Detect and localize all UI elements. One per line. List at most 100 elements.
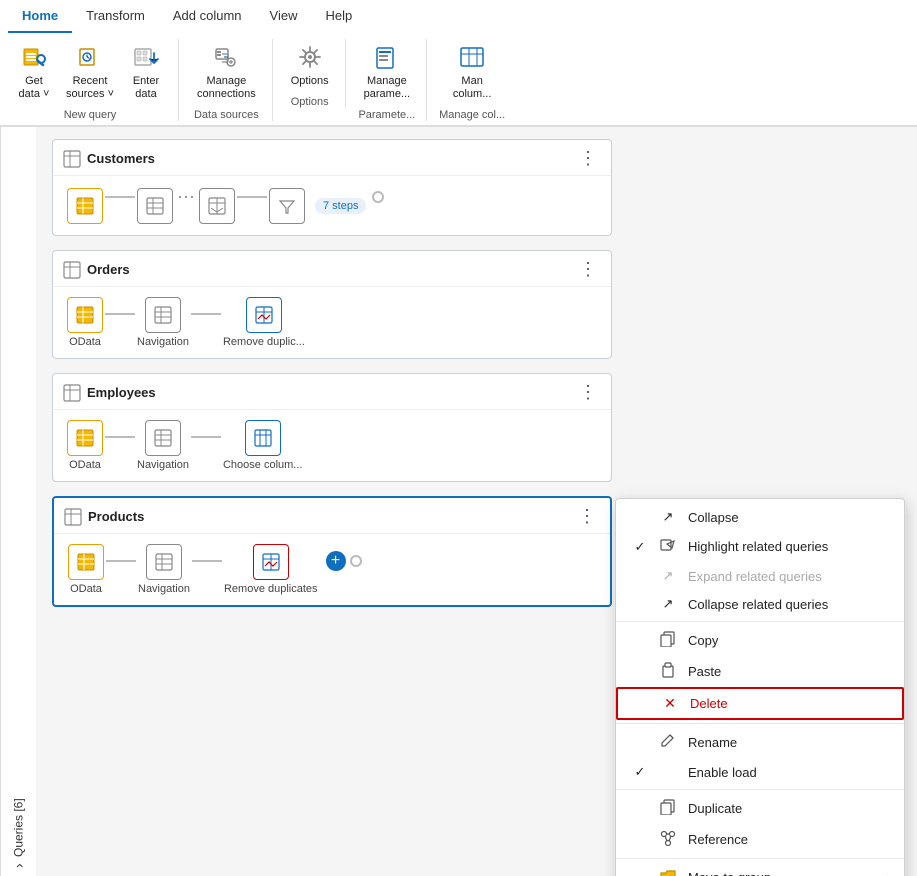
connector1	[105, 196, 135, 198]
tab-view[interactable]: View	[256, 0, 312, 33]
reference-icon	[658, 830, 678, 849]
products-table-icon	[64, 508, 82, 526]
sidebar-arrow: ›	[11, 864, 27, 869]
rename-label: Rename	[688, 735, 737, 750]
orders-table-icon	[63, 261, 81, 279]
manage-columns-label: Mancolum...	[453, 75, 492, 101]
customers-table-icon	[63, 150, 81, 168]
add-step-btn[interactable]: +	[326, 551, 346, 571]
conn-emp-2	[191, 436, 221, 438]
remove-dupe-label-products: Remove duplicates	[224, 583, 318, 595]
options-button[interactable]: Options	[285, 39, 335, 92]
ctx-rename[interactable]: Rename	[616, 727, 904, 758]
manage-connections-label: Manageconnections	[197, 75, 256, 101]
duplicate-icon	[658, 799, 678, 818]
options-label: Options	[291, 75, 329, 88]
ellipsis-steps: ···	[177, 186, 195, 207]
ctx-paste[interactable]: Paste	[616, 656, 904, 687]
ctx-collapse[interactable]: ↗ Collapse	[616, 503, 904, 531]
move-to-group-arrow: ›	[884, 870, 888, 876]
manage-columns-icon	[458, 43, 486, 75]
divider3	[616, 789, 904, 790]
ribbon-group-new-query: Getdata ˅ Recentsources ˅ Enterdata New …	[12, 39, 179, 121]
ctx-move-to-group[interactable]: Move to group ›	[616, 862, 904, 876]
enter-data-icon	[132, 43, 160, 75]
query-card-products: Products ⋮ OData Navigation	[52, 496, 612, 607]
ribbon-group-options: Options Options	[285, 39, 346, 108]
customers-body: ··· 7 steps	[53, 176, 611, 235]
highlight-related-label: Highlight related queries	[688, 539, 828, 554]
collapse-related-icon: ↗	[658, 596, 678, 612]
ctx-collapse-related[interactable]: ↗ Collapse related queries	[616, 590, 904, 618]
tab-help[interactable]: Help	[311, 0, 366, 33]
divider1	[616, 621, 904, 622]
paste-icon	[658, 662, 678, 681]
ctx-highlight-related[interactable]: ✓ Highlight related queries	[616, 531, 904, 562]
manage-connections-button[interactable]: Manageconnections	[191, 39, 262, 105]
tab-home[interactable]: Home	[8, 0, 72, 33]
delete-icon: ✕	[660, 695, 680, 712]
new-query-label: New query	[64, 109, 117, 121]
get-data-button[interactable]: Getdata ˅	[12, 39, 56, 105]
customers-steps-badge: 7 steps	[315, 198, 366, 214]
step-icon-filter	[269, 188, 305, 224]
ctx-reference[interactable]: Reference	[616, 824, 904, 855]
step-filter	[269, 188, 305, 224]
manage-parameters-button[interactable]: Manageparame...	[358, 39, 416, 105]
step-icon-remove-orders	[246, 297, 282, 333]
expand-related-icon: ↗	[658, 568, 678, 584]
customers-menu[interactable]: ⋮	[575, 148, 601, 169]
navigation-label-employees: Navigation	[137, 459, 189, 471]
options-label-group: Options	[291, 96, 329, 108]
step-icon-remove-prod	[253, 544, 289, 580]
ribbon-group-manage-columns: Mancolum... Manage col...	[439, 39, 515, 121]
step-navigation-employees: Navigation	[137, 420, 189, 471]
orders-menu[interactable]: ⋮	[575, 259, 601, 280]
products-menu[interactable]: ⋮	[574, 506, 600, 527]
conn-orders-1	[105, 313, 135, 315]
step-odata-employees: OData	[67, 420, 103, 471]
products-title: Products	[88, 509, 574, 524]
ctx-expand-related: ↗ Expand related queries	[616, 562, 904, 590]
tab-add-column[interactable]: Add column	[159, 0, 256, 33]
query-card-employees: Employees ⋮ OData Navigation	[52, 373, 612, 482]
collapse-label: Collapse	[688, 510, 739, 525]
odata-label-employees: OData	[69, 459, 101, 471]
query-card-customers: Customers ⋮ ···	[52, 139, 612, 236]
step-icon-odata-prod	[68, 544, 104, 580]
step-icon-navigation-orders	[145, 297, 181, 333]
ctx-copy[interactable]: Copy	[616, 625, 904, 656]
tab-transform[interactable]: Transform	[72, 0, 159, 33]
get-data-label: Getdata ˅	[19, 75, 50, 101]
employees-header: Employees ⋮	[53, 374, 611, 410]
ribbon-group-items-ds: Manageconnections	[191, 39, 262, 105]
step-odata-orders: OData	[67, 297, 103, 348]
divider2	[616, 723, 904, 724]
employees-title: Employees	[87, 385, 575, 400]
conn-prod-2	[192, 560, 222, 562]
ribbon-group-items: Getdata ˅ Recentsources ˅ Enterdata	[12, 39, 168, 105]
copy-icon	[658, 631, 678, 650]
get-data-icon	[20, 43, 48, 75]
recent-sources-icon	[76, 43, 104, 75]
manage-parameters-label: Manageparame...	[364, 75, 410, 101]
canvas: Customers ⋮ ···	[36, 127, 917, 876]
employees-menu[interactable]: ⋮	[575, 382, 601, 403]
step-table-gray	[137, 188, 173, 224]
recent-sources-button[interactable]: Recentsources ˅	[60, 39, 120, 105]
manage-columns-button[interactable]: Mancolum...	[447, 39, 498, 105]
ctx-duplicate[interactable]: Duplicate	[616, 793, 904, 824]
reference-label: Reference	[688, 832, 748, 847]
products-header: Products ⋮	[54, 498, 610, 534]
enter-data-button[interactable]: Enterdata	[124, 39, 168, 105]
rename-icon	[658, 733, 678, 752]
step-choose-col-employees: Choose colum...	[223, 420, 302, 471]
ctx-delete[interactable]: ✕ Delete	[616, 687, 904, 720]
enable-load-label: Enable load	[688, 765, 757, 780]
connector2	[237, 196, 267, 198]
navigation-label-orders: Navigation	[137, 336, 189, 348]
ctx-enable-load[interactable]: ✓ Enable load	[616, 758, 904, 786]
step-table-orange	[67, 188, 103, 224]
sidebar[interactable]: › Queries [6]	[0, 127, 36, 876]
step-navigation-orders: Navigation	[137, 297, 189, 348]
